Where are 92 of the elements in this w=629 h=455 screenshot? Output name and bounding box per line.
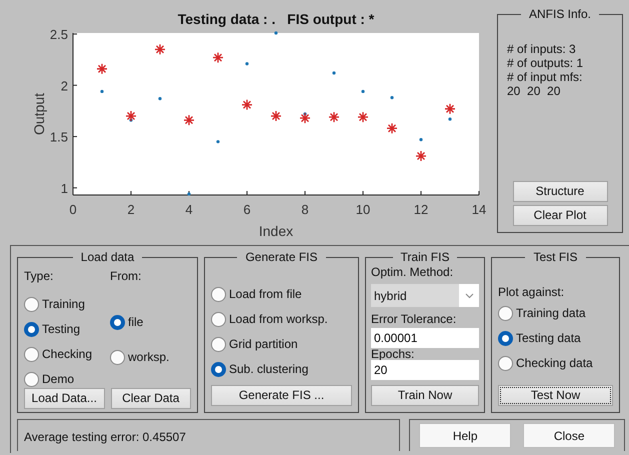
group-title: Load data	[80, 251, 136, 263]
group-title: Train FIS	[400, 251, 450, 263]
info-button[interactable]: Structure	[512, 181, 608, 202]
radio-button[interactable]	[110, 314, 125, 330]
data-point	[216, 140, 220, 144]
radio-label[interactable]: Checking	[42, 345, 92, 363]
data-point	[187, 192, 191, 196]
column-label: Type:	[24, 268, 54, 285]
generate-button[interactable]: Generate FIS ...	[211, 385, 352, 406]
radio-label[interactable]: file	[128, 313, 144, 331]
radio-button[interactable]	[211, 312, 226, 326]
dialog-button[interactable]: Close	[523, 423, 616, 448]
tick-label: 14	[472, 202, 486, 217]
data-point	[212, 52, 224, 64]
data-point	[390, 96, 394, 100]
tick-label: 0	[69, 202, 77, 217]
load-button[interactable]: Load Data...	[24, 388, 104, 409]
radio-label[interactable]: Training	[42, 295, 85, 313]
data-point	[419, 138, 423, 142]
tick-label: 6	[243, 202, 251, 217]
data-point	[154, 44, 166, 56]
info-text: # of inputs: 3	[507, 42, 577, 56]
radio-label[interactable]: Grid partition	[229, 335, 298, 353]
radio-button[interactable]	[211, 336, 226, 352]
field-label: Error Tolerance:	[371, 311, 458, 328]
tick-label: 10	[356, 202, 370, 217]
tick-label: 12	[414, 202, 428, 217]
radio-button[interactable]	[110, 350, 125, 364]
radio-button[interactable]	[211, 286, 226, 302]
data-point	[274, 31, 278, 35]
radio-label[interactable]: Load from worksp.	[229, 310, 328, 328]
chart-title: Testing data : . FIS output : *	[178, 11, 374, 27]
status-text: Average testing error: 0.45507	[24, 430, 186, 444]
axis-label: Index	[258, 223, 294, 239]
info-text: # of input mfs:	[507, 70, 584, 84]
tick-label: 2	[127, 202, 135, 217]
radio-button[interactable]	[498, 330, 513, 346]
tick-label: 2	[60, 78, 68, 94]
radio-label[interactable]: Training data	[516, 304, 586, 322]
column-label: From:	[110, 268, 142, 285]
group-title: ANFIS Info.	[528, 8, 592, 20]
data-point	[415, 150, 427, 162]
radio-button[interactable]	[24, 296, 39, 312]
data-point	[270, 110, 282, 122]
group-title: Generate FIS	[244, 251, 319, 263]
data-point	[241, 99, 253, 110]
data-point	[357, 111, 369, 123]
data-point	[245, 62, 249, 66]
radio-button[interactable]	[24, 346, 39, 362]
tick-label: 8	[301, 202, 309, 217]
chevron-icon	[459, 284, 479, 307]
radio-button[interactable]	[498, 356, 513, 370]
train-button[interactable]: Train Now	[371, 385, 479, 406]
axis-label: Output	[31, 92, 47, 136]
radio-label[interactable]: worksp.	[128, 348, 170, 366]
data-point	[183, 114, 195, 126]
field-label: Optim. Method:	[371, 264, 454, 281]
data-point	[361, 90, 365, 94]
tick-label: 4	[185, 202, 193, 217]
tick-label: 2.5	[50, 27, 68, 42]
data-point	[332, 71, 336, 75]
radio-label[interactable]: Checking data	[516, 354, 593, 372]
test-button[interactable]: Test Now	[498, 385, 613, 406]
data-point	[444, 103, 456, 115]
field-label: Epochs:	[371, 348, 416, 360]
data-point	[448, 118, 452, 121]
field-label: Plot against:	[498, 284, 566, 301]
group-title: Test FIS	[532, 251, 578, 263]
tick-label: 1	[60, 180, 68, 196]
radio-label[interactable]: Sub. clustering	[229, 360, 308, 378]
radio-label[interactable]: Load from file	[229, 285, 302, 303]
radio-label[interactable]: Demo	[42, 370, 74, 388]
info-button[interactable]: Clear Plot	[512, 205, 608, 226]
radio-button[interactable]	[211, 362, 226, 376]
radio-button[interactable]	[24, 322, 39, 336]
radio-button[interactable]	[24, 372, 39, 386]
data-point	[328, 111, 340, 123]
radio-button[interactable]	[498, 306, 513, 320]
info-text: 20 20 20	[507, 84, 562, 98]
data-point	[158, 97, 162, 100]
tick-label: 1.5	[50, 130, 68, 145]
dialog-button[interactable]: Help	[419, 423, 512, 448]
epochs-field[interactable]: 20	[371, 360, 479, 380]
load-button[interactable]: Clear Data	[110, 388, 191, 409]
radio-label[interactable]: Testing data	[516, 329, 581, 347]
data-point	[96, 63, 108, 75]
data-point	[386, 122, 398, 134]
tolerance-field[interactable]: 0.00001	[371, 328, 479, 348]
data-point	[100, 90, 104, 94]
radio-label[interactable]: Testing	[42, 320, 80, 338]
info-text: # of outputs: 1	[507, 56, 584, 70]
method-dropdown[interactable]: hybrid	[371, 284, 479, 307]
